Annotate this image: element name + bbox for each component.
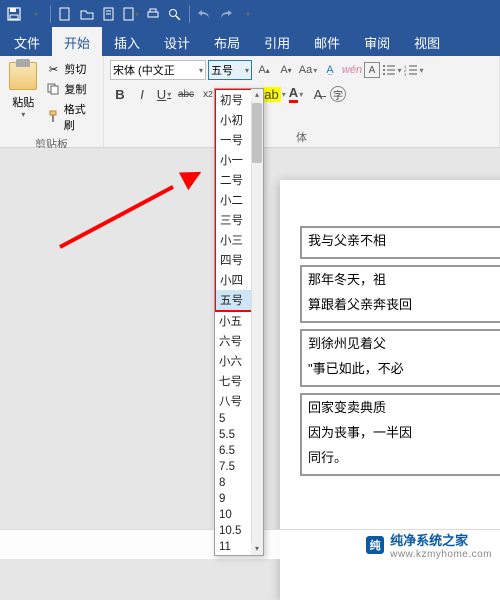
- text-line: 到徐州见着父: [308, 333, 500, 352]
- strike-button[interactable]: abc: [176, 84, 196, 104]
- cut-button[interactable]: ✂剪切: [44, 60, 97, 78]
- scrollbar-thumb[interactable]: [252, 103, 262, 163]
- tab-design[interactable]: 设计: [152, 27, 202, 56]
- bold-button[interactable]: B: [110, 84, 130, 104]
- italic-button[interactable]: I: [132, 84, 152, 104]
- copy-icon: [46, 82, 60, 96]
- tab-mailings[interactable]: 邮件: [302, 27, 352, 56]
- font-size-dropdown: 初号 小初 一号 小一 二号 小二 三号 小三 四号 小四 五号 小五 六号 小…: [214, 88, 264, 556]
- preview-icon[interactable]: [165, 4, 185, 24]
- doc2-icon[interactable]: ▾: [121, 4, 141, 24]
- new-doc-icon[interactable]: [55, 4, 75, 24]
- copy-button[interactable]: 复制: [44, 80, 97, 98]
- tab-home[interactable]: 开始: [52, 27, 102, 56]
- change-case-button[interactable]: Aa▾: [298, 60, 318, 80]
- font-group-label: 体: [110, 127, 493, 145]
- tab-view[interactable]: 视图: [402, 27, 452, 56]
- tab-review[interactable]: 审阅: [352, 27, 402, 56]
- qat-more-icon[interactable]: ▾: [238, 4, 258, 24]
- text-line: 回家变卖典质: [308, 397, 500, 416]
- font-group: 宋体 (中文正▾ 五号▾ A▴ A▾ Aa▾ A̤ wén A ▾ 123▾ B…: [104, 56, 500, 147]
- menubar: 文件 开始 插入 设计 布局 引用 邮件 审阅 视图: [0, 28, 500, 56]
- char-shading-button[interactable]: A̶: [308, 84, 328, 104]
- underline-button[interactable]: U▾: [154, 84, 174, 104]
- clear-format-button[interactable]: wén: [342, 60, 362, 80]
- tab-references[interactable]: 引用: [252, 27, 302, 56]
- text-line: 那年冬天，祖: [308, 269, 500, 288]
- font-size-combo[interactable]: 五号▾: [208, 60, 252, 80]
- text-block: 那年冬天，祖 算跟着父亲奔丧回: [300, 265, 500, 323]
- print-icon[interactable]: [143, 4, 163, 24]
- scroll-up-icon[interactable]: ▴: [251, 89, 263, 101]
- text-line: 我与父亲不相: [308, 230, 500, 249]
- scissors-icon: ✂: [46, 62, 60, 76]
- tab-insert[interactable]: 插入: [102, 27, 152, 56]
- brush-icon: [46, 110, 59, 124]
- open-icon[interactable]: [77, 4, 97, 24]
- redo-icon[interactable]: [216, 4, 236, 24]
- text-line: 因为丧事，一半因: [308, 422, 500, 441]
- watermark-brand: 纯净系统之家: [390, 530, 492, 549]
- enclose-char-button[interactable]: 字: [330, 86, 346, 102]
- format-painter-button[interactable]: 格式刷: [44, 100, 97, 134]
- text-block: 回家变卖典质 因为丧事，一半因 同行。: [300, 393, 500, 476]
- undo-icon[interactable]: [194, 4, 214, 24]
- watermark-url: www.kzmyhome.com: [390, 549, 492, 560]
- quick-access-toolbar: ▾ ▾ ▾: [0, 0, 500, 28]
- numbering-button[interactable]: 123▾: [404, 60, 424, 80]
- text-block: 我与父亲不相: [300, 226, 500, 259]
- clipboard-group: 粘贴 ▾ ✂剪切 复制 格式刷 剪贴板: [0, 56, 104, 147]
- size-option[interactable]: 12: [215, 555, 263, 556]
- watermark-logo-icon: 纯: [366, 536, 384, 554]
- font-name-combo[interactable]: 宋体 (中文正▾: [110, 60, 206, 80]
- scroll-down-icon[interactable]: ▾: [251, 543, 263, 555]
- text-line: "事已如此，不必: [308, 358, 500, 377]
- char-border-button[interactable]: A: [364, 62, 380, 78]
- doc-icon[interactable]: [99, 4, 119, 24]
- tab-file[interactable]: 文件: [2, 27, 52, 56]
- qat-arrow-icon[interactable]: ▾: [26, 4, 46, 24]
- highlight-button[interactable]: ab▾: [264, 84, 284, 104]
- bullets-button[interactable]: ▾: [382, 60, 402, 80]
- paste-icon: [9, 62, 37, 90]
- svg-text:3: 3: [404, 72, 407, 76]
- tab-layout[interactable]: 布局: [202, 27, 252, 56]
- separator: [189, 5, 190, 23]
- font-color-button[interactable]: A▾: [286, 84, 306, 104]
- dropdown-scrollbar[interactable]: ▴ ▾: [251, 89, 263, 555]
- chevron-down-icon: ▾: [21, 110, 25, 119]
- chevron-down-icon: ▾: [245, 66, 249, 75]
- shrink-font-button[interactable]: A▾: [276, 60, 296, 80]
- grow-font-button[interactable]: A▴: [254, 60, 274, 80]
- paste-button[interactable]: 粘贴 ▾: [6, 60, 40, 134]
- text-line: 同行。: [308, 447, 500, 466]
- phonetic-guide-button[interactable]: A̤: [320, 60, 340, 80]
- text-line: 算跟着父亲奔丧回: [308, 294, 500, 313]
- chevron-down-icon: ▾: [199, 66, 203, 75]
- save-icon[interactable]: [4, 4, 24, 24]
- text-block: 到徐州见着父 "事已如此，不必: [300, 329, 500, 387]
- separator: [50, 5, 51, 23]
- paste-label: 粘贴: [12, 94, 34, 110]
